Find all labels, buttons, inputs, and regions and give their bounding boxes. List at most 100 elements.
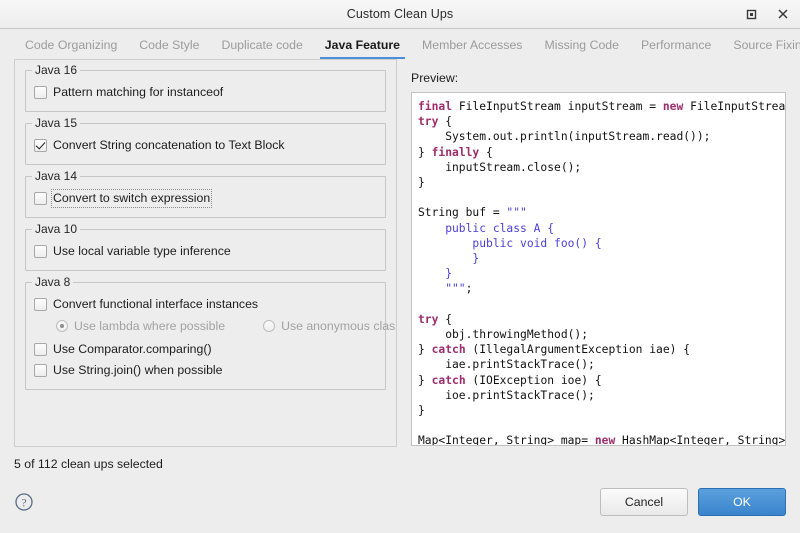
code-line: """; (418, 281, 785, 296)
close-button[interactable] (774, 5, 792, 23)
radio-unselected-icon[interactable] (263, 320, 276, 332)
checkbox-label: Convert functional interface instances (53, 296, 259, 311)
checkbox-row[interactable]: Convert to switch expression (34, 188, 377, 208)
group-java-8: Java 8 Convert functional interface insta… (25, 276, 396, 390)
code-token: Map<Integer, String> map= (418, 434, 595, 446)
group-title: Java 14 (32, 170, 81, 183)
code-token: final (418, 100, 453, 113)
checkbox-label: Use Comparator.comparing() (53, 341, 212, 356)
code-token: { (438, 312, 453, 326)
radio-option[interactable]: Use anonymous class (263, 319, 397, 333)
code-token: FileInputStream( (690, 100, 785, 113)
code-line: System.out.println(inputStream.read()); (418, 129, 785, 144)
group-title: Java 15 (32, 117, 81, 130)
checkbox-row[interactable]: Convert functional interface instances (34, 294, 377, 314)
checkbox-label: Use String.join() when possible (53, 362, 223, 377)
radio-group: Use lambda where possible Use anonymous c… (34, 316, 396, 336)
checkbox-unchecked-icon[interactable] (34, 363, 47, 377)
tab-missing-code[interactable]: Missing Code (533, 38, 630, 59)
preview-label: Preview: (411, 71, 459, 85)
code-token: ioe.printStackTrace(); (418, 388, 595, 402)
dialog-body: Java 16 Pattern matching for instanceof Ja… (0, 59, 800, 447)
code-token: } (418, 267, 453, 281)
code-line: } (418, 403, 785, 418)
checkbox-row[interactable]: Use String.join() when possible (34, 360, 377, 380)
tab-member-accesses[interactable]: Member Accesses (411, 38, 533, 59)
group-java-16: Java 16 Pattern matching for instanceof (25, 64, 386, 112)
code-token: } (418, 404, 425, 418)
code-token: catch (431, 373, 466, 387)
code-line: Map<Integer, String> map= new HashMap<In… (418, 433, 785, 446)
checkbox-row[interactable]: Use Comparator.comparing() (34, 339, 377, 359)
code-token: } (418, 176, 425, 190)
code-line: } catch (IllegalArgumentException iae) { (418, 342, 785, 357)
tab-code-style[interactable]: Code Style (128, 38, 210, 59)
code-preview-box[interactable]: final FileInputStream inputStream = new … (411, 92, 786, 446)
checkbox-unchecked-icon[interactable] (34, 297, 47, 311)
title-bar: Custom Clean Ups (0, 0, 800, 29)
window-title: Custom Clean Ups (346, 7, 454, 21)
checkbox-unchecked-icon[interactable] (34, 191, 47, 205)
code-token: } (418, 373, 432, 387)
radio-label: Use anonymous class (281, 319, 397, 333)
tab-performance[interactable]: Performance (630, 38, 722, 59)
radio-option[interactable]: Use lambda where possible (56, 319, 225, 333)
checkbox-row[interactable]: Convert String concatenation to Text Blo… (34, 135, 377, 155)
code-token: { (479, 145, 493, 159)
code-token: obj.throwingMethod(); (418, 328, 589, 342)
tab-source-fixing[interactable]: Source Fixing (722, 38, 800, 59)
code-token: HashMap<Integer, String>(); (622, 434, 785, 446)
group-java-15: Java 15 Convert String concatenation to T… (25, 117, 386, 165)
code-line: ioe.printStackTrace(); (418, 388, 785, 403)
checkbox-unchecked-icon[interactable] (34, 244, 47, 258)
maximize-button[interactable] (742, 5, 760, 23)
code-preview-text: final FileInputStream inputStream = new … (418, 99, 785, 446)
checkbox-checked-icon[interactable] (34, 138, 47, 152)
code-token: new (594, 434, 616, 446)
checkbox-row[interactable]: Pattern matching for instanceof (34, 82, 377, 102)
group-java-10: Java 10 Use local variable type inference (25, 223, 386, 271)
checkbox-unchecked-icon[interactable] (34, 342, 47, 356)
code-line: final FileInputStream inputStream = new … (418, 99, 785, 114)
checkbox-unchecked-icon[interactable] (34, 85, 47, 99)
checkbox-row[interactable]: Use local variable type inference (34, 241, 377, 261)
radio-selected-icon[interactable] (56, 320, 68, 332)
checkbox-label: Convert to switch expression (50, 188, 213, 208)
help-circle-icon[interactable]: ? (14, 492, 34, 512)
window-controls (742, 0, 792, 28)
preview-panel: Preview: final FileInputStream inputStre… (397, 59, 786, 447)
code-line: String buf = """ (418, 205, 785, 220)
group-java-14: Java 14 Convert to switch expression (25, 170, 386, 218)
tab-duplicate-code[interactable]: Duplicate code (210, 38, 313, 59)
cancel-button[interactable]: Cancel (600, 488, 688, 516)
code-line: inputStream.close(); (418, 160, 785, 175)
ok-button[interactable]: OK (698, 488, 786, 516)
code-token: (IllegalArgumentException iae) { (465, 343, 691, 357)
code-token: public class A { (418, 221, 555, 235)
tab-code-organizing[interactable]: Code Organizing (14, 38, 128, 59)
group-title: Java 16 (32, 64, 81, 77)
code-token: System.out.println(inputStream.read()); (418, 130, 711, 144)
svg-text:?: ? (21, 497, 26, 509)
code-line: try { (418, 114, 785, 129)
dialog-footer: ? Cancel OK (0, 471, 800, 533)
code-token: inputStream.close(); (418, 160, 582, 174)
code-token: String buf = (418, 206, 507, 220)
code-token: } (418, 343, 432, 357)
code-line: obj.throwingMethod(); (418, 327, 785, 342)
checkbox-label: Use local variable type inference (53, 243, 231, 258)
code-token: new (662, 100, 684, 113)
code-line: try { (418, 312, 785, 327)
tab-bar: Code Organizing Code Style Duplicate code J… (0, 29, 800, 59)
tab-java-feature[interactable]: Java Feature (314, 38, 411, 59)
code-line: } catch (IOException ioe) { (418, 373, 785, 388)
code-token: finally (431, 145, 480, 159)
code-token: iae.printStackTrace(); (418, 358, 595, 372)
code-line: public void foo() { (418, 236, 785, 251)
code-token: """ (418, 282, 466, 296)
code-token: """ (506, 206, 527, 220)
code-token: } (418, 252, 480, 266)
checkbox-label: Pattern matching for instanceof (53, 84, 224, 99)
